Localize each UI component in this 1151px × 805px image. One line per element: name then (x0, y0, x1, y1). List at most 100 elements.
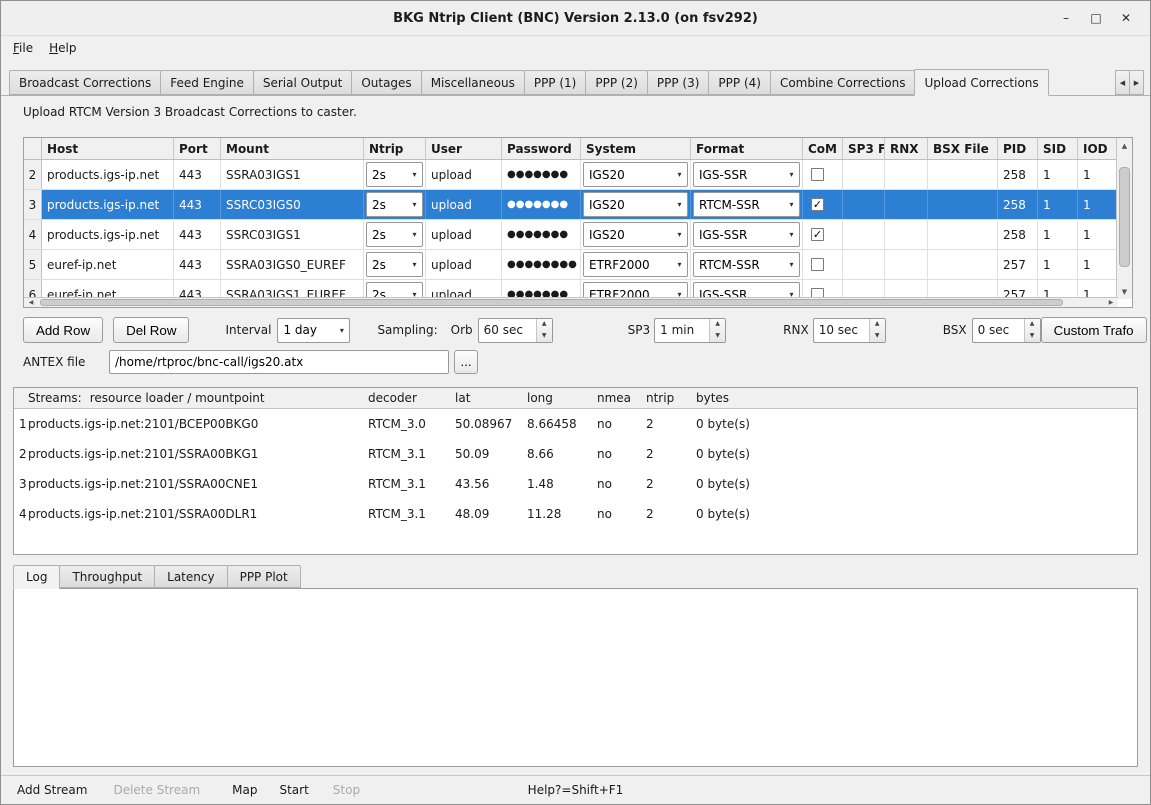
com-checkbox[interactable] (811, 258, 824, 271)
mount-cell[interactable]: SSRC03IGS0 (221, 190, 364, 219)
row-header[interactable]: 4 (24, 220, 42, 249)
port-cell[interactable]: 443 (174, 220, 221, 249)
iod-cell[interactable]: 1 (1078, 250, 1118, 279)
rnx-cell[interactable] (885, 220, 928, 249)
bsx-sampling-spinbox[interactable]: 0 sec ▲ ▼ (972, 318, 1041, 343)
mount-cell[interactable]: SSRA03IGS1 (221, 160, 364, 189)
format-select[interactable]: IGS-SSR ▾ (693, 162, 800, 187)
user-cell[interactable]: upload (426, 160, 502, 189)
ntrip-version-select[interactable]: 2s ▾ (366, 162, 423, 187)
scroll-down-icon[interactable]: ▼ (1117, 284, 1132, 299)
row-header[interactable]: 2 (24, 160, 42, 189)
sid-cell[interactable]: 1 (1038, 160, 1078, 189)
spin-up-icon[interactable]: ▲ (710, 319, 725, 331)
user-cell[interactable]: upload (426, 190, 502, 219)
host-cell[interactable]: products.igs-ip.net (42, 160, 174, 189)
spin-down-icon[interactable]: ▼ (1025, 330, 1040, 342)
spin-up-icon[interactable]: ▲ (1025, 319, 1040, 331)
stream-row[interactable]: 4 products.igs-ip.net:2101/SSRA00DLR1 RT… (14, 499, 1137, 529)
pid-cell[interactable]: 258 (998, 220, 1038, 249)
sp3-file-cell[interactable] (843, 160, 885, 189)
iod-cell[interactable]: 1 (1078, 190, 1118, 219)
pid-cell[interactable]: 257 (998, 250, 1038, 279)
tab-scroll-left-icon[interactable]: ◀ (1115, 70, 1130, 95)
scroll-up-icon[interactable]: ▲ (1117, 138, 1132, 153)
password-cell[interactable]: ●●●●●●● (502, 160, 581, 189)
bsx-file-cell[interactable] (928, 160, 998, 189)
antex-file-input[interactable] (109, 350, 449, 374)
scroll-right-icon[interactable]: ▶ (1104, 298, 1118, 307)
minimize-icon[interactable]: – (1056, 8, 1076, 28)
sp3-sampling-spinbox[interactable]: 1 min ▲ ▼ (654, 318, 726, 343)
user-cell[interactable]: upload (426, 220, 502, 249)
ntrip-version-select[interactable]: 2s ▾ (366, 252, 423, 277)
del-row-button[interactable]: Del Row (113, 317, 189, 343)
add-stream-button[interactable]: Add Stream (11, 783, 93, 797)
row-header[interactable]: 5 (24, 250, 42, 279)
stop-button[interactable]: Stop (327, 783, 366, 797)
tab-combine-corrections[interactable]: Combine Corrections (770, 70, 916, 95)
com-checkbox[interactable]: ✓ (811, 198, 824, 211)
com-checkbox[interactable] (811, 168, 824, 181)
tab-outages[interactable]: Outages (351, 70, 421, 95)
tab-ppp-1[interactable]: PPP (1) (524, 70, 587, 95)
tab-ppp-4[interactable]: PPP (4) (708, 70, 771, 95)
scroll-left-icon[interactable]: ◀ (24, 298, 38, 307)
rnx-cell[interactable] (885, 250, 928, 279)
spinner-arrows[interactable]: ▲ ▼ (1024, 319, 1040, 342)
host-cell[interactable]: products.igs-ip.net (42, 220, 174, 249)
spin-up-icon[interactable]: ▲ (870, 319, 885, 331)
tab-latency[interactable]: Latency (154, 565, 227, 588)
system-select[interactable]: ETRF2000 ▾ (583, 252, 688, 277)
ntrip-version-select[interactable]: 2s ▾ (366, 192, 423, 217)
format-select[interactable]: IGS-SSR ▾ (693, 222, 800, 247)
custom-trafo-button[interactable]: Custom Trafo (1041, 317, 1147, 343)
port-cell[interactable]: 443 (174, 190, 221, 219)
menu-file[interactable]: File (5, 39, 41, 57)
map-button[interactable]: Map (226, 783, 263, 797)
spin-down-icon[interactable]: ▼ (870, 330, 885, 342)
tab-feed-engine[interactable]: Feed Engine (160, 70, 254, 95)
system-select[interactable]: IGS20 ▾ (583, 162, 688, 187)
maximize-icon[interactable]: □ (1086, 8, 1106, 28)
vertical-scrollbar[interactable]: ▲ ▼ (1116, 138, 1132, 299)
sp3-file-cell[interactable] (843, 220, 885, 249)
horizontal-scrollbar-track[interactable] (38, 298, 1104, 307)
tab-serial-output[interactable]: Serial Output (253, 70, 352, 95)
password-cell[interactable]: ●●●●●●●● (502, 250, 581, 279)
tab-ppp-2[interactable]: PPP (2) (585, 70, 648, 95)
tab-miscellaneous[interactable]: Miscellaneous (421, 70, 525, 95)
close-icon[interactable]: ✕ (1116, 8, 1136, 28)
iod-cell[interactable]: 1 (1078, 160, 1118, 189)
horizontal-scrollbar-thumb[interactable] (40, 299, 1063, 306)
rnx-sampling-spinbox[interactable]: 10 sec ▲ ▼ (813, 318, 886, 343)
menu-help[interactable]: Help (41, 39, 84, 57)
tab-scroll-right-icon[interactable]: ▶ (1129, 70, 1144, 95)
host-cell[interactable]: products.igs-ip.net (42, 190, 174, 219)
format-select[interactable]: RTCM-SSR ▾ (693, 192, 800, 217)
ntrip-version-select[interactable]: 2s ▾ (366, 222, 423, 247)
spinner-arrows[interactable]: ▲ ▼ (869, 319, 885, 342)
bsx-file-cell[interactable] (928, 190, 998, 219)
add-row-button[interactable]: Add Row (23, 317, 103, 343)
rnx-cell[interactable] (885, 190, 928, 219)
interval-select[interactable]: 1 day ▾ (277, 318, 350, 343)
sid-cell[interactable]: 1 (1038, 250, 1078, 279)
port-cell[interactable]: 443 (174, 160, 221, 189)
sid-cell[interactable]: 1 (1038, 190, 1078, 219)
horizontal-scrollbar[interactable]: ◀ ▶ (24, 297, 1118, 307)
mount-cell[interactable]: SSRA03IGS0_EUREF (221, 250, 364, 279)
sp3-file-cell[interactable] (843, 250, 885, 279)
iod-cell[interactable]: 1 (1078, 220, 1118, 249)
tab-ppp-3[interactable]: PPP (3) (647, 70, 710, 95)
tab-broadcast-corrections[interactable]: Broadcast Corrections (9, 70, 161, 95)
stream-row[interactable]: 1 products.igs-ip.net:2101/BCEP00BKG0 RT… (14, 409, 1137, 439)
antex-browse-button[interactable]: ... (454, 350, 478, 374)
spin-up-icon[interactable]: ▲ (537, 319, 552, 331)
spin-down-icon[interactable]: ▼ (710, 330, 725, 342)
orb-sampling-spinbox[interactable]: 60 sec ▲ ▼ (478, 318, 553, 343)
stream-row[interactable]: 2 products.igs-ip.net:2101/SSRA00BKG1 RT… (14, 439, 1137, 469)
start-button[interactable]: Start (273, 783, 314, 797)
system-select[interactable]: IGS20 ▾ (583, 222, 688, 247)
mount-cell[interactable]: SSRC03IGS1 (221, 220, 364, 249)
